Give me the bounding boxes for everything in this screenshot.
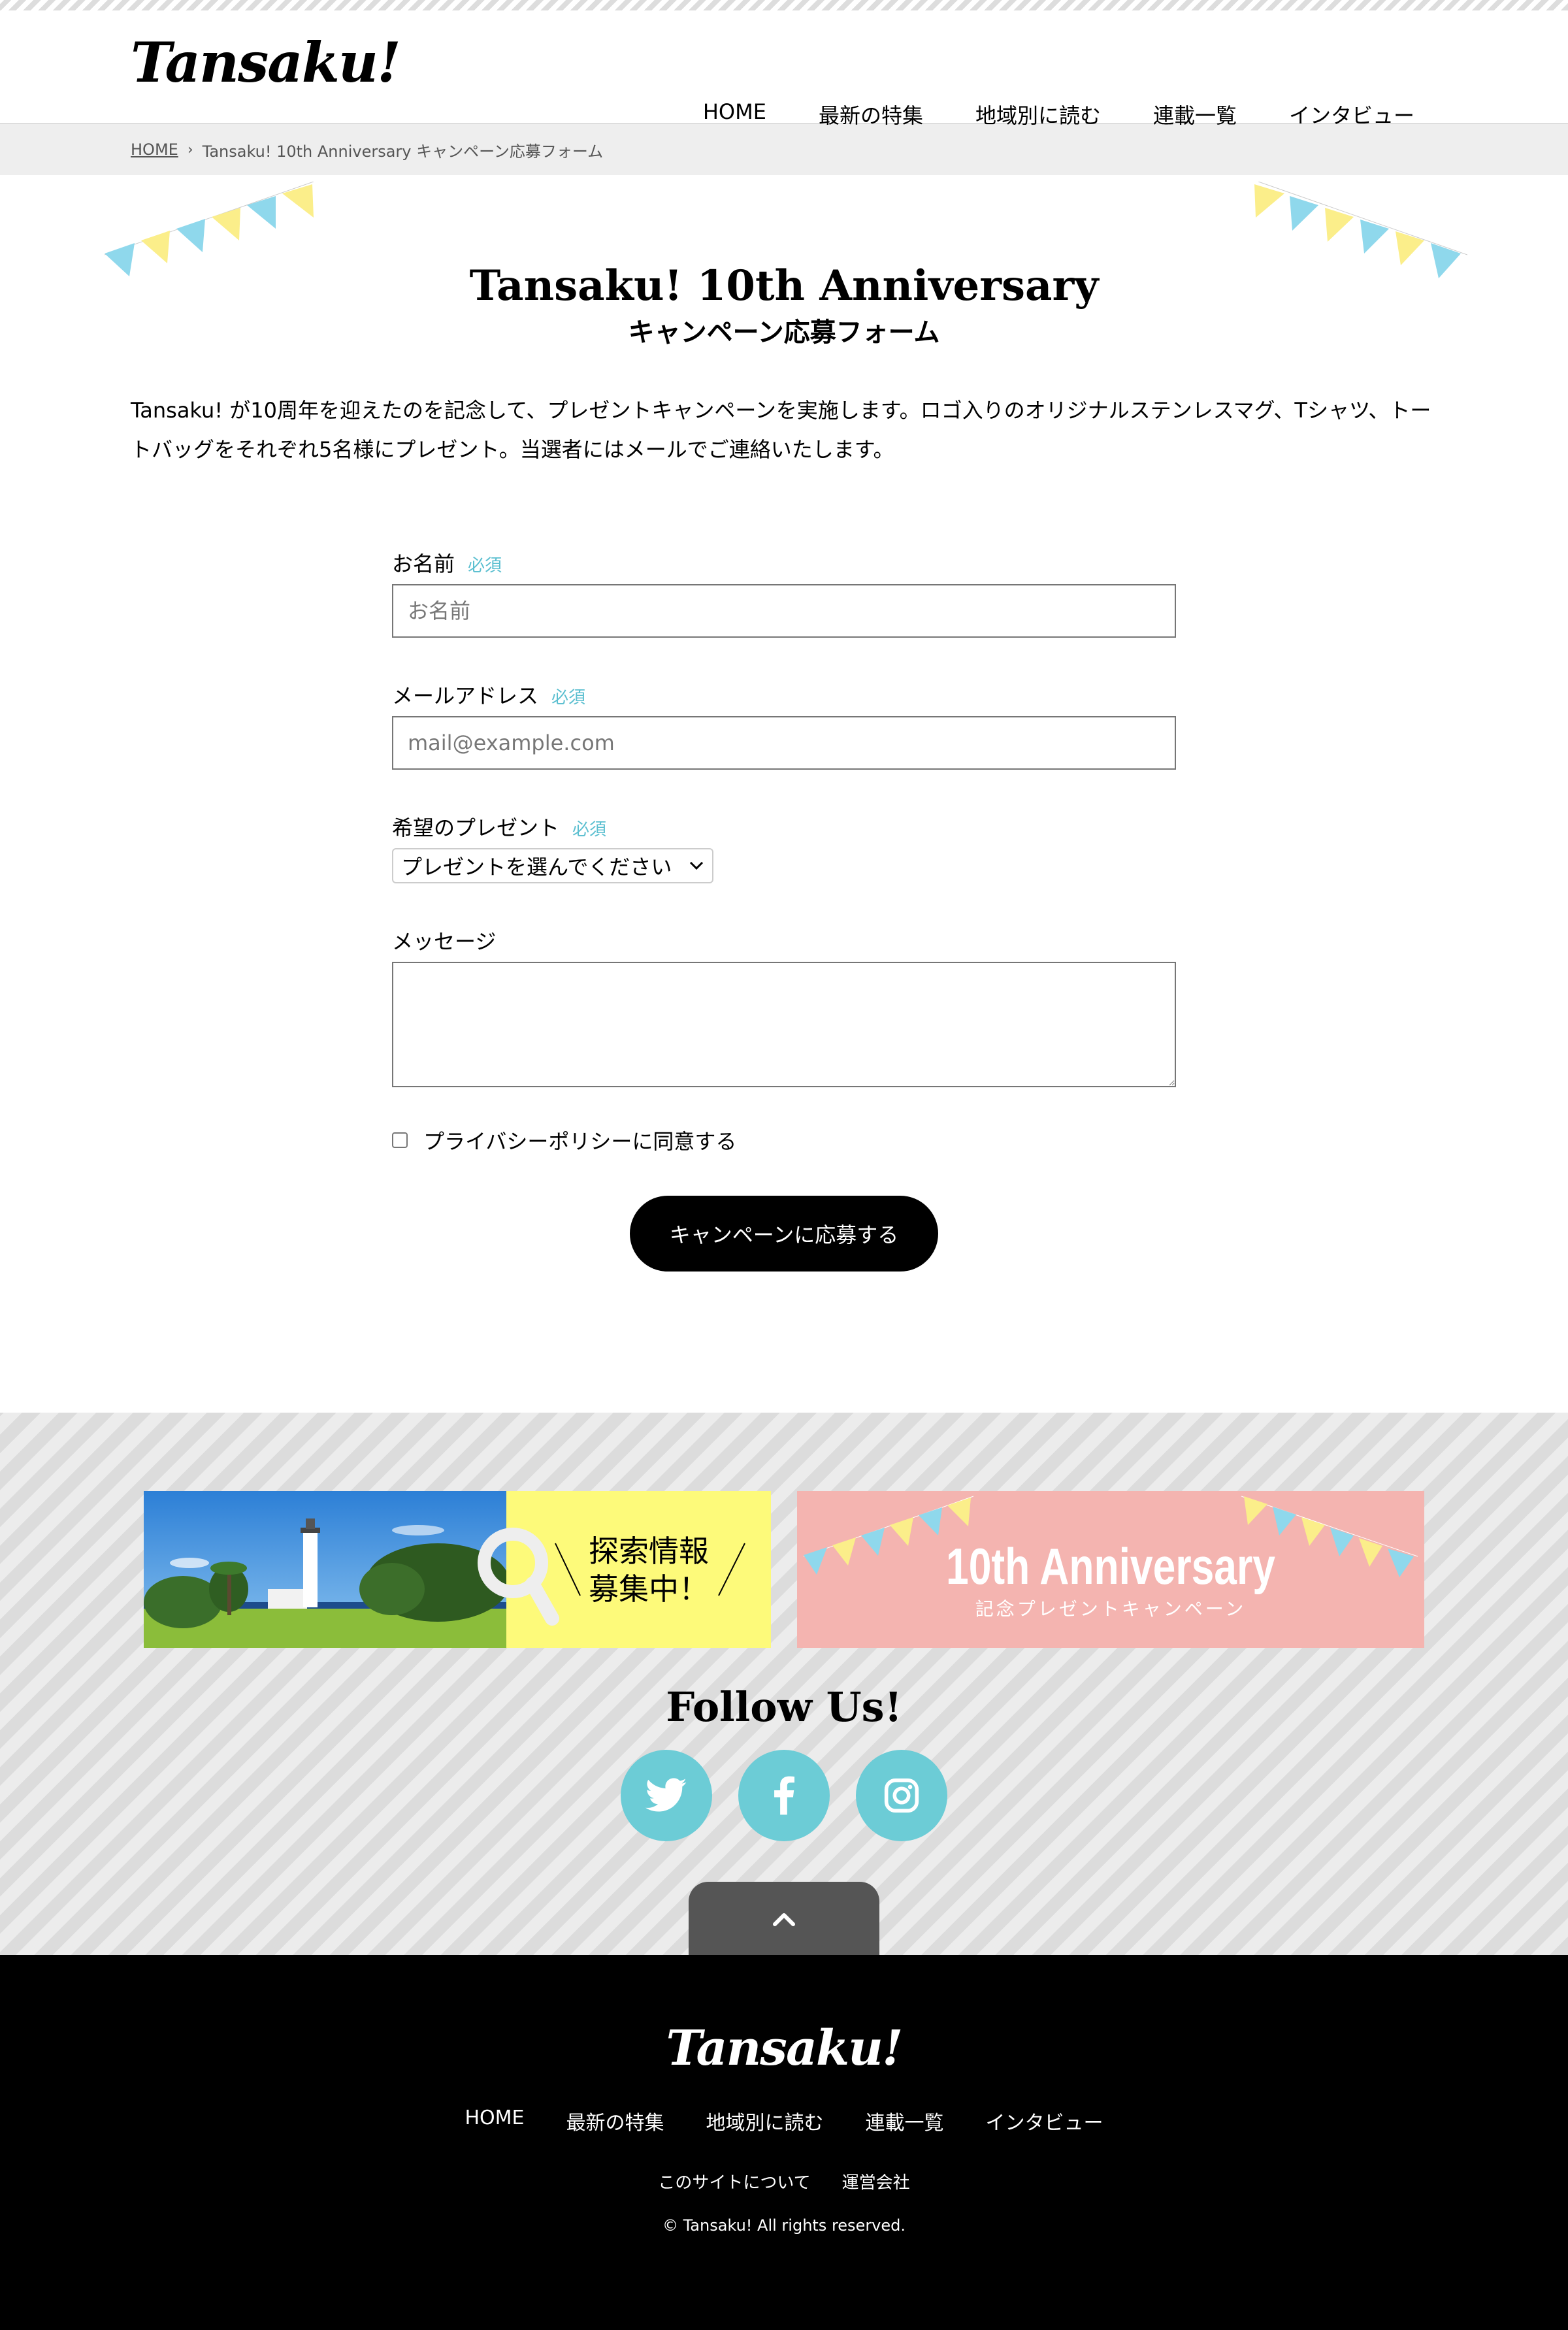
nav-item-home[interactable]: HOME xyxy=(703,99,766,129)
email-input[interactable] xyxy=(392,716,1176,770)
site-header: Tansaku! HOME 最新の特集 地域別に読む 連載一覧 インタビュー xyxy=(0,10,1568,128)
twitter-icon xyxy=(645,1778,687,1812)
page-title: Tansaku! 10th Anniversary xyxy=(469,261,1099,310)
required-badge: 必須 xyxy=(468,556,502,576)
facebook-link[interactable] xyxy=(738,1750,830,1841)
follow-title: Follow Us! xyxy=(666,1683,902,1731)
submit-button[interactable]: キャンペーンに応募する xyxy=(630,1196,938,1272)
footer-nav-features[interactable]: 最新の特集 xyxy=(566,2107,664,2135)
global-nav: HOME 最新の特集 地域別に読む 連載一覧 インタビュー xyxy=(651,99,1414,129)
privacy-checkbox[interactable] xyxy=(392,1132,408,1148)
required-badge: 必須 xyxy=(572,820,607,840)
nav-item-features[interactable]: 最新の特集 xyxy=(819,99,923,129)
footer-nav-interview[interactable]: インタビュー xyxy=(986,2107,1103,2135)
email-label: メールアドレス 必須 xyxy=(392,680,1176,710)
nav-item-regions[interactable]: 地域別に読む xyxy=(975,99,1101,129)
privacy-checkbox-row[interactable]: プライバシーポリシーに同意する xyxy=(392,1125,1176,1155)
message-field-group: メッセージ xyxy=(392,925,1176,1090)
banner-recruit[interactable]: 探索情報 募集中！ xyxy=(144,1491,771,1648)
email-label-text: メールアドレス xyxy=(392,683,539,708)
message-label: メッセージ xyxy=(392,925,1176,955)
nav-item-series[interactable]: 連載一覧 xyxy=(1153,99,1237,129)
footer-nav-regions[interactable]: 地域別に読む xyxy=(706,2107,824,2135)
facebook-icon xyxy=(774,1776,794,1815)
top-stripe xyxy=(0,0,1568,10)
intro-text: Tansaku! が10周年を迎えたのを記念して、プレゼントキャンペーンを実施し… xyxy=(131,398,1431,462)
banner-area: 探索情報 募集中！ 10th Anniversary 記念プレゼントキャンペーン… xyxy=(0,1413,1568,1955)
lighthouse-banner-image: 探索情報 募集中！ xyxy=(144,1491,771,1648)
footer-nav: HOME 最新の特集 地域別に読む 連載一覧 インタビュー xyxy=(0,2107,1568,2135)
campaign-form: お名前 必須 メールアドレス 必須 希望のプレゼント 必須 プレゼントを選んでく… xyxy=(392,548,1176,1272)
footer-subnav-about[interactable]: このサイトについて xyxy=(658,2169,810,2193)
anniversary-banner-image: 10th Anniversary 記念プレゼントキャンペーン xyxy=(803,1496,1418,1620)
footer-nav-home[interactable]: HOME xyxy=(465,2107,524,2135)
banner1-text-line1: 探索情報 xyxy=(589,1534,709,1569)
footer-subnav-company[interactable]: 運営会社 xyxy=(842,2169,910,2193)
site-logo[interactable]: Tansaku! xyxy=(131,30,401,95)
breadcrumb: HOME › Tansaku! 10th Anniversary キャンペーン応… xyxy=(0,124,1568,175)
twitter-link[interactable] xyxy=(621,1750,712,1841)
nav-item-interview[interactable]: インタビュー xyxy=(1289,99,1414,129)
chevron-right-icon: › xyxy=(187,141,193,158)
name-label-text: お名前 xyxy=(392,551,455,576)
present-select[interactable]: プレゼントを選んでください xyxy=(392,848,713,883)
instagram-icon xyxy=(884,1778,919,1813)
banner-anniversary[interactable]: 10th Anniversary 記念プレゼントキャンペーン xyxy=(797,1491,1424,1648)
banner2-title: 10th Anniversary xyxy=(946,1537,1275,1594)
page-top-button[interactable] xyxy=(689,1882,879,1955)
instagram-link[interactable] xyxy=(856,1750,947,1841)
chevron-down-icon xyxy=(689,861,704,870)
present-label-text: 希望のプレゼント xyxy=(392,815,560,840)
message-textarea[interactable] xyxy=(392,962,1176,1087)
privacy-label: プライバシーポリシーに同意する xyxy=(423,1129,737,1154)
email-field-group: メールアドレス 必須 xyxy=(392,680,1176,770)
site-footer: Tansaku! HOME 最新の特集 地域別に読む 連載一覧 インタビュー こ… xyxy=(0,1955,1568,2330)
hero: Tansaku! 10th Anniversary キャンペーン応募フォーム xyxy=(0,175,1568,391)
banner2-subtitle: 記念プレゼントキャンペーン xyxy=(975,1598,1247,1620)
name-label: お名前 必須 xyxy=(392,548,1176,578)
breadcrumb-current: Tansaku! 10th Anniversary キャンペーン応募フォーム xyxy=(202,142,604,161)
present-select-value: プレゼントを選んでください xyxy=(401,855,672,879)
social-links xyxy=(0,1750,1568,1841)
breadcrumb-home[interactable]: HOME xyxy=(131,140,178,159)
chevron-up-icon xyxy=(773,1913,795,1926)
footer-subnav: このサイトについて 運営会社 xyxy=(0,2169,1568,2193)
page-subtitle: キャンペーン応募フォーム xyxy=(628,318,940,348)
banner1-text-line2: 募集中！ xyxy=(589,1571,709,1607)
present-field-group: 希望のプレゼント 必須 プレゼントを選んでください xyxy=(392,812,1176,883)
footer-logo[interactable]: Tansaku! xyxy=(0,2020,1568,2076)
copyright: © Tansaku! All rights reserved. xyxy=(662,2216,906,2235)
name-field-group: お名前 必須 xyxy=(392,548,1176,638)
footer-nav-series[interactable]: 連載一覧 xyxy=(866,2107,944,2135)
message-label-text: メッセージ xyxy=(392,929,497,954)
required-badge: 必須 xyxy=(551,688,586,708)
present-label: 希望のプレゼント 必須 xyxy=(392,812,1176,842)
name-input[interactable] xyxy=(392,584,1176,638)
